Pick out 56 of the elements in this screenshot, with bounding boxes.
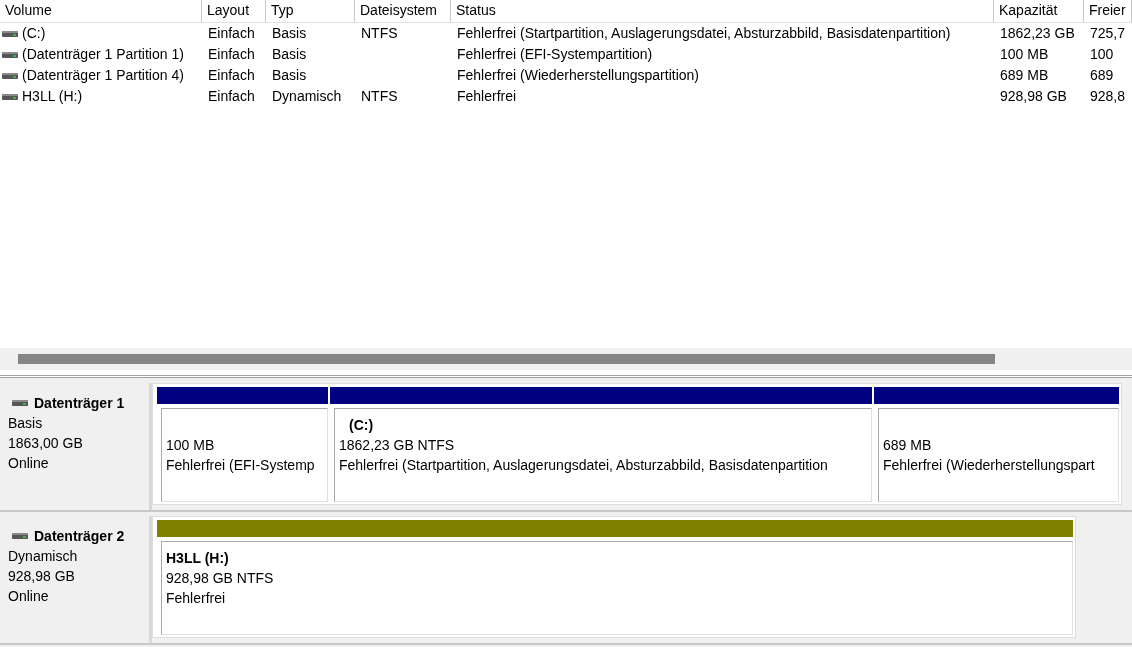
horizontal-scrollbar[interactable]	[0, 348, 1132, 370]
partition-box[interactable]: (C:) 1862,23 GB NTFS Fehlerfrei (Startpartition, Auslagerungsdatei, Absturzabbild, Basisdatenpartition	[334, 408, 872, 502]
table-cell: Fehlerfrei (EFI-Systempartition)	[457, 46, 653, 62]
partition-status: Fehlerfrei	[166, 590, 226, 606]
partition-size: 689 MB	[883, 437, 932, 453]
volume-name: H3LL (H:)	[22, 87, 83, 106]
table-cell: Dynamisch	[272, 88, 342, 104]
drive-icon	[12, 399, 28, 407]
table-cell: 928,98 GB	[1000, 88, 1067, 104]
partition-size: 928,98 GB NTFS	[166, 570, 274, 586]
partition-status: Fehlerfrei (EFI-Systemp	[166, 457, 315, 473]
table-cell: Fehlerfrei (Wiederherstellungspartition)	[457, 67, 699, 83]
table-cell: 928,8	[1090, 88, 1126, 104]
drive-icon	[2, 92, 18, 101]
partition-title: (C:)	[349, 417, 374, 433]
partition-box[interactable]: 689 MB Fehlerfrei (Wiederherstellungspart	[878, 408, 1119, 502]
disk-size: 1863,00 GB	[8, 434, 84, 453]
disk-name: Datenträger 2	[34, 527, 125, 546]
drive-icon	[2, 50, 18, 59]
partition-title: H3LL (H:)	[166, 550, 229, 566]
table-cell: NTFS	[361, 25, 398, 41]
partition-box[interactable]: 100 MB Fehlerfrei (EFI-Systemp	[161, 408, 328, 502]
volume-name: (C:)	[22, 24, 46, 43]
partition-status: Fehlerfrei (Startpartition, Auslagerungsdatei, Absturzabbild, Basisdatenpartition	[339, 457, 828, 473]
partition-box[interactable]: H3LL (H:) 928,98 GB NTFS Fehlerfrei	[161, 541, 1073, 635]
table-cell: Einfach	[208, 88, 255, 104]
scrollbar-thumb[interactable]	[18, 354, 995, 364]
table-cell: Basis	[272, 25, 307, 41]
table-cell: 689 MB	[1000, 67, 1049, 83]
table-cell: Basis	[272, 67, 307, 83]
table-cell: 725,7	[1090, 25, 1126, 41]
drive-icon	[2, 29, 18, 38]
table-cell: NTFS	[361, 88, 398, 104]
disk-type: Basis	[8, 414, 44, 433]
table-cell: Einfach	[208, 46, 255, 62]
table-cell: Basis	[272, 46, 307, 62]
disk-name: Datenträger 1	[34, 394, 125, 413]
disk-size: 928,98 GB	[8, 567, 76, 586]
partition-size: 100 MB	[166, 437, 215, 453]
table-cell: 100	[1090, 46, 1114, 62]
partition-status: Fehlerfrei (Wiederherstellungspart	[883, 457, 1095, 473]
table-cell: Einfach	[208, 67, 255, 83]
drive-icon	[2, 71, 18, 80]
table-cell: 1862,23 GB	[1000, 25, 1075, 41]
table-cell: Fehlerfrei	[457, 88, 517, 104]
table-cell: 689	[1090, 67, 1114, 83]
drive-icon	[12, 532, 28, 540]
table-cell: 100 MB	[1000, 46, 1049, 62]
partition-size: 1862,23 GB NTFS	[339, 437, 455, 453]
volume-name: (Datenträger 1 Partition 1)	[22, 45, 184, 64]
table-cell: Fehlerfrei (Startpartition, Auslagerungsdatei, Absturzabbild, Basisdatenpartition)	[457, 25, 951, 41]
disk-type: Dynamisch	[8, 547, 79, 566]
disk-status: Online	[8, 454, 50, 473]
disk-status: Online	[8, 587, 50, 606]
volume-name: (Datenträger 1 Partition 4)	[22, 66, 184, 85]
table-cell: Einfach	[208, 25, 255, 41]
